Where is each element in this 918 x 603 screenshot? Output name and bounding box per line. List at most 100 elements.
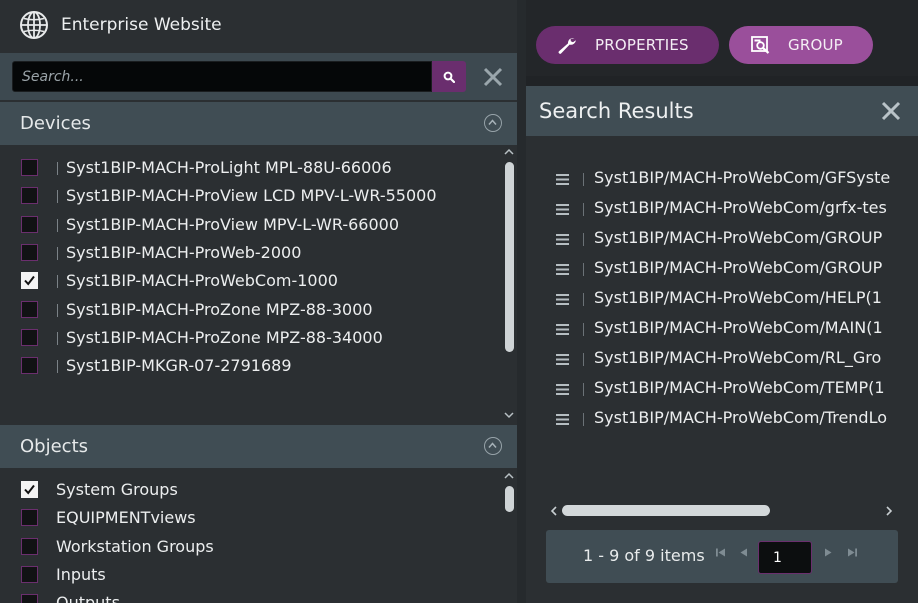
objects-scrollbar[interactable] [502, 468, 516, 603]
drag-handle-icon[interactable] [556, 414, 569, 425]
drag-handle-icon[interactable] [556, 324, 569, 335]
search-icon [443, 71, 455, 83]
result-path: Syst1BIP/MACH-ProWebCom/TrendLo [594, 408, 888, 427]
checkbox[interactable] [21, 243, 38, 261]
row-label: Syst1BIP-MACH-ProWeb-2000 [66, 242, 302, 262]
group-button[interactable]: GROUP [729, 26, 873, 64]
row-label: Syst1BIP-MACH-ProView MPV-L-WR-66000 [66, 214, 400, 234]
results-title: Search Results [539, 99, 694, 123]
collapse-devices-icon[interactable] [484, 114, 502, 132]
next-page-icon[interactable] [823, 547, 834, 558]
object-row[interactable]: Outputs [0, 589, 500, 603]
objects-title: Objects [20, 436, 89, 457]
collapse-objects-icon[interactable] [484, 437, 502, 455]
checkbox[interactable] [21, 565, 38, 583]
scroll-right-icon[interactable] [885, 506, 893, 516]
checkbox[interactable] [21, 300, 38, 318]
devices-section-header[interactable]: Devices [0, 102, 517, 145]
scroll-down-icon[interactable] [504, 411, 514, 419]
checkbox[interactable] [21, 509, 38, 527]
pager-info: 1 - 9 of 9 items [583, 546, 705, 565]
page-number-input[interactable] [758, 541, 812, 574]
row-separator [57, 303, 58, 317]
checkbox[interactable] [21, 328, 38, 346]
row-separator [57, 218, 58, 232]
app-header: Enterprise Website [0, 0, 517, 53]
scroll-up-icon[interactable] [504, 148, 514, 156]
device-row[interactable]: Syst1BIP-MACH-ProLight MPL-88U-66006 [0, 154, 500, 182]
results-hscroll-thumb[interactable] [562, 505, 770, 516]
checkbox-checked[interactable] [21, 272, 38, 290]
row-separator [583, 353, 584, 366]
result-row[interactable]: Syst1BIP/MACH-ProWebCom/GROUP [540, 253, 918, 283]
result-row[interactable]: Syst1BIP/MACH-ProWebCom/TEMP(1 [540, 373, 918, 403]
objects-section-header[interactable]: Objects [0, 425, 517, 468]
drag-handle-icon[interactable] [556, 354, 569, 365]
result-row[interactable]: Syst1BIP/MACH-ProWebCom/TrendLo [540, 403, 918, 433]
drag-handle-icon[interactable] [556, 384, 569, 395]
result-path: Syst1BIP/MACH-ProWebCom/RL_Gro [594, 348, 882, 367]
result-row[interactable]: Syst1BIP/MACH-ProWebCom/HELP(1 [540, 283, 918, 313]
device-row[interactable]: Syst1BIP-MACH-ProZone MPZ-88-34000 [0, 324, 500, 352]
row-separator [583, 383, 584, 396]
checkbox[interactable] [21, 357, 38, 375]
object-row[interactable]: Inputs [0, 561, 500, 589]
device-row[interactable]: Syst1BIP-MACH-ProView MPV-L-WR-66000 [0, 211, 500, 239]
search-button[interactable] [432, 61, 466, 92]
drag-handle-icon[interactable] [556, 234, 569, 245]
checkbox[interactable] [21, 215, 38, 233]
row-separator [57, 162, 58, 175]
row-label: Syst1BIP-MACH-ProZone MPZ-88-34000 [66, 327, 383, 347]
drag-handle-icon[interactable] [556, 174, 569, 185]
group-search-icon [751, 36, 770, 54]
scroll-up-icon[interactable] [504, 472, 514, 480]
checkbox[interactable] [21, 594, 38, 603]
result-row[interactable]: Syst1BIP/MACH-ProWebCom/GFSyste [540, 163, 918, 193]
drag-handle-icon[interactable] [556, 294, 569, 305]
objects-scroll-thumb[interactable] [505, 486, 514, 512]
object-row[interactable]: Workstation Groups [0, 533, 500, 561]
device-row[interactable]: Syst1BIP-MACH-ProZone MPZ-88-3000 [0, 296, 500, 324]
clear-search-icon[interactable] [482, 66, 504, 88]
device-row[interactable]: Syst1BIP-MACH-ProView LCD MPV-L-WR-55000 [0, 182, 500, 210]
row-label: EQUIPMENTviews [56, 508, 196, 528]
result-row[interactable]: Syst1BIP/MACH-ProWebCom/GROUP [540, 223, 918, 253]
checkbox[interactable] [21, 159, 38, 176]
objects-list: System Groups EQUIPMENTviews Workstation G… [0, 468, 517, 603]
row-label: Inputs [56, 564, 106, 584]
device-row[interactable]: Syst1BIP-MACH-ProWebCom-1000 [0, 267, 500, 295]
prev-page-icon[interactable] [738, 547, 749, 558]
app-title: Enterprise Website [61, 15, 222, 35]
device-row[interactable]: Syst1BIP-MKGR-07-2791689 [0, 352, 500, 380]
row-label: Syst1BIP-MKGR-07-2791689 [66, 356, 292, 376]
row-label: Syst1BIP-MACH-ProZone MPZ-88-3000 [66, 299, 373, 319]
object-row[interactable]: System Groups [0, 476, 500, 504]
checkbox-checked[interactable] [21, 481, 38, 498]
first-page-icon[interactable] [715, 547, 726, 558]
result-path: Syst1BIP/MACH-ProWebCom/MAIN(1 [594, 318, 883, 337]
results-hscrollbar[interactable] [548, 502, 896, 520]
close-results-icon[interactable] [880, 100, 902, 122]
row-separator [57, 360, 58, 374]
row-separator [57, 246, 58, 260]
result-row[interactable]: Syst1BIP/MACH-ProWebCom/grfx-tes [540, 193, 918, 223]
result-path: Syst1BIP/MACH-ProWebCom/GFSyste [594, 168, 891, 187]
row-separator [57, 275, 58, 289]
result-row[interactable]: Syst1BIP/MACH-ProWebCom/RL_Gro [540, 343, 918, 373]
result-row[interactable]: Syst1BIP/MACH-ProWebCom/MAIN(1 [540, 313, 918, 343]
row-separator [583, 413, 584, 426]
checkbox[interactable] [21, 187, 38, 205]
devices-scroll-thumb[interactable] [505, 162, 514, 352]
last-page-icon[interactable] [847, 547, 858, 558]
search-input[interactable] [12, 61, 432, 92]
object-row[interactable]: EQUIPMENTviews [0, 504, 500, 532]
drag-handle-icon[interactable] [556, 264, 569, 275]
device-row[interactable]: Syst1BIP-MACH-ProWeb-2000 [0, 239, 500, 267]
row-separator [583, 323, 584, 336]
devices-scrollbar[interactable] [502, 145, 516, 423]
drag-handle-icon[interactable] [556, 204, 569, 215]
checkbox[interactable] [21, 537, 38, 555]
scroll-left-icon[interactable] [550, 506, 558, 516]
properties-button[interactable]: PROPERTIES [536, 26, 719, 64]
wrench-icon [558, 37, 576, 54]
